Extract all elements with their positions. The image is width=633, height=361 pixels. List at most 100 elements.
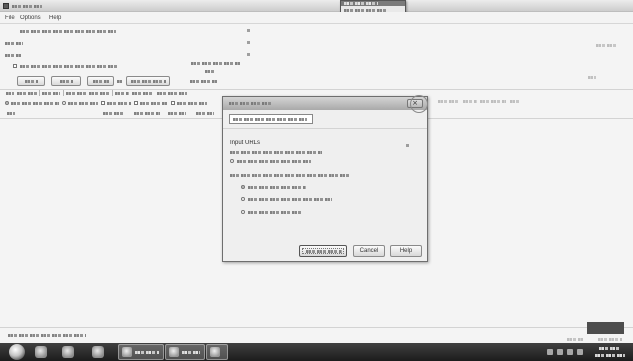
- option-radio[interactable]: [241, 210, 245, 214]
- window-title-text: [12, 5, 42, 8]
- tab-separator: [63, 90, 64, 96]
- row-marker: [247, 53, 250, 56]
- instruction-text: [230, 174, 350, 177]
- app-icon: [122, 347, 132, 357]
- toolbar-label: [190, 80, 217, 83]
- start-button[interactable]: [299, 245, 347, 257]
- tab-label[interactable]: [115, 92, 129, 95]
- field-value: [233, 118, 307, 121]
- option-radio[interactable]: [241, 185, 245, 189]
- column-header[interactable]: [168, 112, 186, 115]
- help-button[interactable]: Help: [390, 245, 422, 257]
- status-text: [598, 338, 622, 341]
- window-title-bar: [0, 0, 633, 12]
- cancel-button[interactable]: Cancel: [353, 245, 385, 257]
- cursor-highlight-ring: [410, 95, 428, 113]
- system-tray-icons[interactable]: [557, 349, 563, 355]
- url-field-text[interactable]: [20, 30, 116, 33]
- divider: [0, 89, 633, 90]
- column-header[interactable]: [7, 112, 15, 115]
- field-label: [5, 42, 23, 45]
- filter-label: [11, 102, 59, 105]
- system-tray-icons[interactable]: [547, 349, 553, 355]
- option-label: [248, 211, 302, 214]
- instruction-text: [230, 151, 322, 154]
- toolbar-button-3[interactable]: [87, 76, 114, 86]
- field-label: [5, 54, 21, 57]
- popup-title-text: [344, 2, 378, 5]
- dropdown-arrow-icon[interactable]: [117, 80, 122, 83]
- column-header[interactable]: [134, 112, 160, 115]
- tab-label[interactable]: [6, 92, 14, 95]
- row-marker: [247, 29, 250, 32]
- pinned-app-icon[interactable]: [92, 346, 104, 358]
- bound-value: [205, 70, 215, 73]
- dialog-title-bar[interactable]: ×: [223, 97, 427, 110]
- side-label: [588, 76, 596, 79]
- toolbar-button-1[interactable]: [17, 76, 45, 86]
- filter-label: [140, 102, 167, 105]
- tab-separator: [112, 90, 113, 96]
- filter-label: [68, 102, 98, 105]
- checkbox-label: [20, 65, 118, 68]
- taskbar-app-button[interactable]: [206, 344, 228, 360]
- filter-checkbox[interactable]: [171, 101, 175, 105]
- taskbar-app-button[interactable]: [165, 344, 205, 360]
- desktop-screen: File Options Help × Input URLs Cancel He…: [0, 0, 633, 361]
- button-label: [60, 80, 73, 83]
- filter-checkbox[interactable]: [101, 101, 105, 105]
- clock-date[interactable]: [595, 354, 625, 357]
- pinned-app-icon[interactable]: [62, 346, 74, 358]
- tab-label[interactable]: [132, 92, 154, 95]
- option-label: [248, 198, 332, 201]
- tab-label[interactable]: [89, 92, 109, 95]
- windows-start-icon[interactable]: [9, 344, 25, 360]
- option-radio[interactable]: [230, 159, 234, 163]
- button-label: [131, 80, 166, 83]
- taskbar-app-button[interactable]: [118, 344, 164, 360]
- filter-label: [107, 102, 131, 105]
- filter-label: [510, 100, 520, 103]
- clock-time[interactable]: [599, 347, 621, 350]
- filter-radio[interactable]: [62, 101, 66, 105]
- option-label: [248, 186, 306, 189]
- dialog-divider: [223, 128, 427, 129]
- status-bar-divider: [0, 327, 633, 328]
- request-type-field[interactable]: [229, 114, 313, 124]
- status-indicator: [587, 322, 624, 334]
- tab-label[interactable]: [42, 92, 60, 95]
- column-header[interactable]: [103, 112, 123, 115]
- taskbar-app-label: [182, 351, 200, 354]
- side-label: [596, 44, 616, 47]
- system-tray-icons[interactable]: [567, 349, 573, 355]
- app-icon: [169, 347, 179, 357]
- filter-label: [438, 100, 460, 103]
- button-label: [306, 250, 342, 253]
- settings-dialog: × Input URLs Cancel Help: [222, 95, 428, 262]
- system-tray-icons[interactable]: [577, 349, 583, 355]
- filter-radio[interactable]: [5, 101, 9, 105]
- input-urls-heading: Input URLs: [230, 140, 261, 146]
- chevron-down-icon[interactable]: [406, 144, 409, 147]
- pinned-app-icon[interactable]: [35, 346, 47, 358]
- filter-checkbox[interactable]: [134, 101, 138, 105]
- app-icon: [210, 347, 220, 357]
- menu-options[interactable]: Options: [20, 15, 41, 22]
- button-label: [25, 80, 38, 83]
- column-header[interactable]: [196, 112, 214, 115]
- option-checkbox[interactable]: [13, 64, 17, 68]
- option-radio[interactable]: [241, 197, 245, 201]
- tab-label[interactable]: [17, 92, 37, 95]
- taskbar: [0, 343, 633, 361]
- menu-file[interactable]: File: [5, 15, 15, 22]
- bound-label: [191, 62, 241, 65]
- filter-label: [177, 102, 207, 105]
- row-marker: [247, 41, 250, 44]
- taskbar-app-label: [135, 351, 159, 354]
- menu-help[interactable]: Help: [49, 15, 61, 22]
- tab-label[interactable]: [157, 92, 187, 95]
- tab-label[interactable]: [66, 92, 86, 95]
- toolbar-button-2[interactable]: [51, 76, 81, 86]
- status-text: [567, 338, 583, 341]
- toolbar-button-4[interactable]: [126, 76, 170, 86]
